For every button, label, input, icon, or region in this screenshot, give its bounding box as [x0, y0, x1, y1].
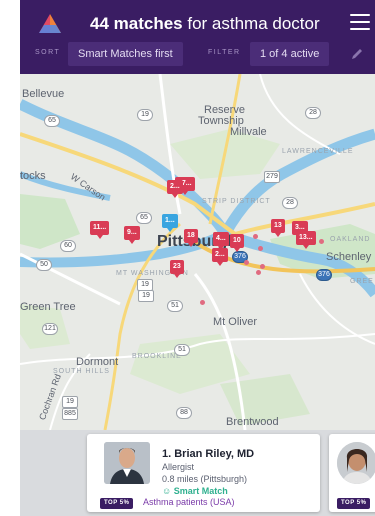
map-pin[interactable]: 23	[170, 260, 184, 278]
app-logo-icon[interactable]	[38, 13, 62, 35]
map-pin[interactable]: 18	[184, 229, 198, 247]
map-pin[interactable]: 4...	[213, 232, 229, 250]
map-canvas	[20, 74, 375, 430]
route-shield: 19	[62, 396, 78, 408]
map-label-bellevue: Bellevue	[22, 88, 65, 100]
map-label-south-hills: SOUTH HILLS	[53, 368, 110, 375]
route-shield: 19	[137, 109, 153, 121]
top-percent-badge: TOP 5%	[337, 498, 371, 509]
map-dot[interactable]	[258, 246, 263, 251]
smart-match-icon: ☺	[162, 486, 172, 496]
sort-dropdown[interactable]: Smart Matches first	[68, 42, 183, 66]
match-count: 44 matches	[90, 14, 183, 33]
route-shield: 65	[136, 212, 152, 224]
badge-description: Asthma patients (USA)	[143, 497, 235, 507]
doctor-avatar	[337, 442, 375, 484]
sort-label: SORT	[35, 49, 61, 56]
route-shield: 19	[138, 290, 154, 302]
page-title: 44 matches for asthma doctor	[90, 14, 320, 34]
map-dot[interactable]	[253, 234, 258, 239]
doctor-specialty: Allergist	[162, 462, 195, 472]
map-label-greenfield: GREE	[350, 278, 374, 285]
header: 44 matches for asthma doctor SORT Smart …	[20, 0, 375, 74]
hamburger-menu-icon[interactable]	[350, 14, 370, 30]
map-label-lawrenceville: LAWRENCEVILLE	[282, 148, 354, 155]
app-frame: 44 matches for asthma doctor SORT Smart …	[20, 0, 375, 516]
map-pin[interactable]: 2...	[212, 248, 228, 266]
map-pin[interactable]: 13	[271, 219, 285, 237]
map-label-green-tree: Green Tree	[20, 301, 76, 313]
map-label-brookline: BROOKLINE	[132, 353, 182, 360]
map-label-strip-district: STRIP DISTRICT	[202, 198, 271, 205]
map-dot[interactable]	[260, 264, 265, 269]
map-dot[interactable]	[319, 239, 324, 244]
map-pin-selected[interactable]: 1...	[162, 214, 178, 232]
route-shield: 885	[62, 408, 78, 420]
doctor-name: 1. Brian Riley, MD	[162, 448, 255, 460]
map-dot[interactable]	[200, 300, 205, 305]
route-shield: 60	[60, 240, 76, 252]
route-shield: 65	[44, 115, 60, 127]
map-label-stocks: tocks	[20, 170, 46, 182]
route-shield: 51	[174, 344, 190, 356]
doctor-card[interactable]: 1. Brian Riley, MD Allergist 0.8 miles (…	[87, 434, 320, 512]
map-label-brentwood: Brentwood	[226, 416, 279, 428]
filter-dropdown[interactable]: 1 of 4 active	[250, 42, 330, 66]
map-label-schenley: Schenley F	[326, 251, 375, 263]
search-query: for asthma doctor	[182, 14, 320, 33]
route-shield: 28	[282, 197, 298, 209]
results-carousel: 1. Brian Riley, MD Allergist 0.8 miles (…	[20, 430, 375, 516]
map-pin[interactable]: 2...	[167, 180, 183, 198]
map-pin[interactable]: 13...	[296, 231, 316, 249]
map-label-millvale: Millvale	[230, 126, 267, 138]
map-dot[interactable]	[256, 270, 261, 275]
smart-match-label: ☺ Smart Match	[162, 486, 228, 496]
map-label-mt-oliver: Mt Oliver	[213, 316, 257, 328]
doctor-distance: 0.8 miles (Pittsburgh)	[162, 474, 248, 484]
pencil-icon[interactable]	[350, 47, 364, 61]
map-pin[interactable]: 11...	[90, 221, 110, 239]
sort-filter-bar: SORT Smart Matches first FILTER 1 of 4 a…	[20, 42, 375, 66]
map-pin[interactable]: 9...	[124, 226, 140, 244]
map-dot[interactable]	[244, 260, 249, 265]
route-shield: 88	[176, 407, 192, 419]
map-label-oakland: OAKLAND	[330, 236, 371, 243]
route-shield: 121	[42, 323, 58, 335]
filter-label: FILTER	[208, 49, 241, 56]
doctor-card-next[interactable]: TOP 5%	[329, 434, 375, 512]
route-shield: 279	[264, 171, 280, 183]
doctor-avatar	[104, 442, 150, 484]
smart-match-text: Smart Match	[173, 486, 228, 496]
map-view[interactable]: Bellevue Reserve Township Millvale LAWRE…	[20, 74, 375, 430]
map-label-dormont: Dormont	[76, 356, 119, 368]
route-shield: 28	[305, 107, 321, 119]
map-pin[interactable]: 10	[230, 234, 244, 252]
route-shield: 376	[316, 269, 332, 281]
route-shield: 50	[36, 259, 52, 271]
top-percent-badge: TOP 5%	[100, 498, 134, 509]
route-shield: 51	[167, 300, 183, 312]
